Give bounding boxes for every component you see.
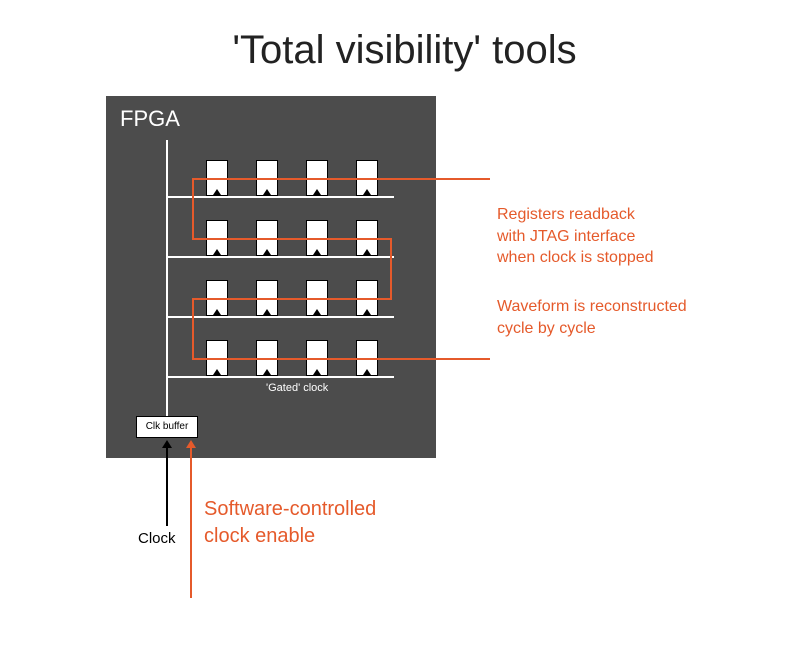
diagram-title: 'Total visibility' tools [0, 28, 809, 73]
annotation-line: clock enable [204, 525, 315, 547]
sw-enable-label: Software-controlled clock enable [204, 496, 376, 550]
clk-buffer-block: Clk buffer [136, 416, 198, 438]
jtag-path [192, 298, 392, 300]
arrowhead-icon [162, 440, 172, 448]
gated-clock-label: 'Gated' clock [266, 382, 328, 394]
annotation-waveform: Waveform is reconstructed cycle by cycle [497, 296, 687, 339]
clock-row-2 [166, 256, 394, 258]
jtag-path [192, 238, 392, 240]
clock-input-line [166, 446, 168, 526]
sw-enable-line [190, 446, 192, 598]
annotation-line: Software-controlled [204, 498, 376, 520]
annotation-readback: Registers readback with JTAG interface w… [497, 204, 654, 269]
jtag-path [192, 358, 490, 360]
annotation-line: Waveform is reconstructed [497, 298, 687, 315]
clock-row-1 [166, 196, 394, 198]
clock-row-3 [166, 316, 394, 318]
clock-input-label: Clock [138, 530, 176, 547]
jtag-path [390, 238, 392, 298]
fpga-box: FPGA 'Gated' clock Clk buffer [106, 96, 436, 458]
arrowhead-icon [186, 440, 196, 448]
jtag-path [192, 298, 194, 358]
jtag-path [192, 178, 490, 180]
jtag-path [192, 178, 194, 238]
annotation-line: cycle by cycle [497, 320, 596, 337]
fpga-label: FPGA [120, 106, 180, 132]
annotation-line: with JTAG interface [497, 228, 635, 245]
annotation-line: when clock is stopped [497, 249, 654, 266]
annotation-line: Registers readback [497, 206, 635, 223]
clock-trunk [166, 140, 168, 416]
clock-row-4 [166, 376, 394, 378]
